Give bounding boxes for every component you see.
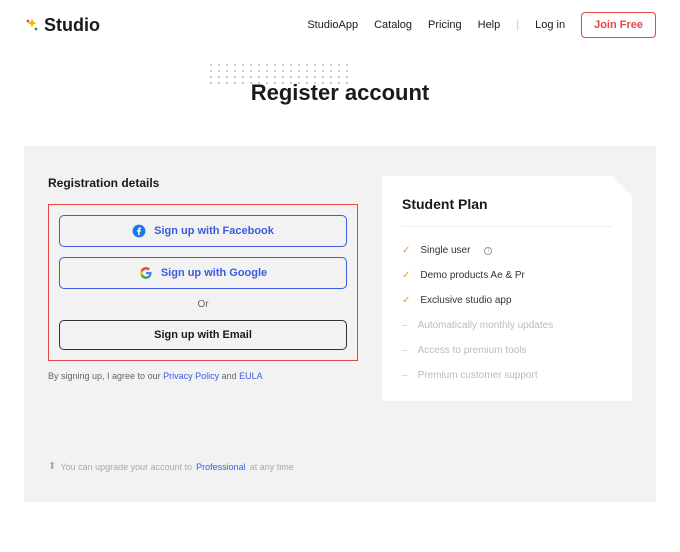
logo[interactable]: Studio <box>24 15 100 36</box>
plan-title: Student Plan <box>402 196 612 227</box>
plan-feature-label: Exclusive studio app <box>420 295 511 306</box>
nav-pricing[interactable]: Pricing <box>428 19 462 31</box>
nav: StudioApp Catalog Pricing Help | Log in … <box>307 12 656 38</box>
dash-icon: – <box>402 345 408 356</box>
signup-google-button[interactable]: Sign up with Google <box>59 257 347 289</box>
check-icon: ✓ <box>402 295 410 306</box>
plan-feature: ✓ Demo products Ae & Pr <box>402 270 612 281</box>
nav-studio-app[interactable]: StudioApp <box>307 19 358 31</box>
signup-facebook-button[interactable]: Sign up with Facebook <box>59 215 347 247</box>
page-title: Register account <box>0 80 680 106</box>
upgrade-note: ⬆ You can upgrade your account to Profes… <box>48 461 358 472</box>
check-icon: ✓ <box>402 245 410 256</box>
registration-heading: Registration details <box>48 176 358 190</box>
plan-feature-label: Premium customer support <box>418 370 538 381</box>
plan-feature: ✓ Single user i <box>402 245 612 256</box>
upgrade-link[interactable]: Professional <box>196 462 246 472</box>
plan-feature-label: Demo products Ae & Pr <box>420 270 525 281</box>
join-free-button[interactable]: Join Free <box>581 12 656 38</box>
eula-link[interactable]: EULA <box>239 371 263 381</box>
registration-panel: Registration details Sign up with Facebo… <box>48 176 358 472</box>
main: Registration details Sign up with Facebo… <box>24 146 656 502</box>
plan-feature-label: Access to premium tools <box>418 345 527 356</box>
plan-feature: –Access to premium tools <box>402 345 612 356</box>
registration-options: Sign up with Facebook Sign up with Googl… <box>48 204 358 361</box>
dash-icon: – <box>402 370 408 381</box>
nav-login[interactable]: Log in <box>535 19 565 31</box>
upgrade-icon: ⬆ <box>48 461 56 472</box>
nav-help[interactable]: Help <box>478 19 501 31</box>
plan-panel: Student Plan ✓ Single user i ✓ Demo products… <box>382 176 632 401</box>
plan-feature-label: Single user <box>420 245 470 256</box>
header: Studio StudioApp Catalog Pricing Help | … <box>0 0 680 50</box>
plan-feature-list: ✓ Single user i ✓ Demo products Ae & Pr ✓ Excl… <box>402 245 612 381</box>
privacy-link[interactable]: Privacy Policy <box>163 371 219 381</box>
hero: Register account <box>0 50 680 126</box>
facebook-icon <box>132 224 146 238</box>
signup-google-label: Sign up with Google <box>161 267 267 279</box>
google-icon <box>139 266 153 280</box>
dash-icon: – <box>402 320 408 331</box>
plan-feature: ✓ Exclusive studio app <box>402 295 612 306</box>
logo-icon <box>24 17 40 33</box>
check-icon: ✓ <box>402 270 410 281</box>
signup-facebook-label: Sign up with Facebook <box>154 225 274 237</box>
nav-separator: | <box>516 19 519 31</box>
consent-text: By signing up, I agree to our Privacy Po… <box>48 371 358 381</box>
plan-feature: –Automatically monthly updates <box>402 320 612 331</box>
plan-card: Student Plan ✓ Single user i ✓ Demo products… <box>382 176 632 401</box>
or-divider: Or <box>59 299 347 310</box>
plan-feature-label: Automatically monthly updates <box>418 320 554 331</box>
signup-email-button[interactable]: Sign up with Email <box>59 320 347 350</box>
plan-feature: –Premium customer support <box>402 370 612 381</box>
info-icon[interactable]: i <box>484 247 492 255</box>
logo-text: Studio <box>44 15 100 36</box>
nav-catalog[interactable]: Catalog <box>374 19 412 31</box>
